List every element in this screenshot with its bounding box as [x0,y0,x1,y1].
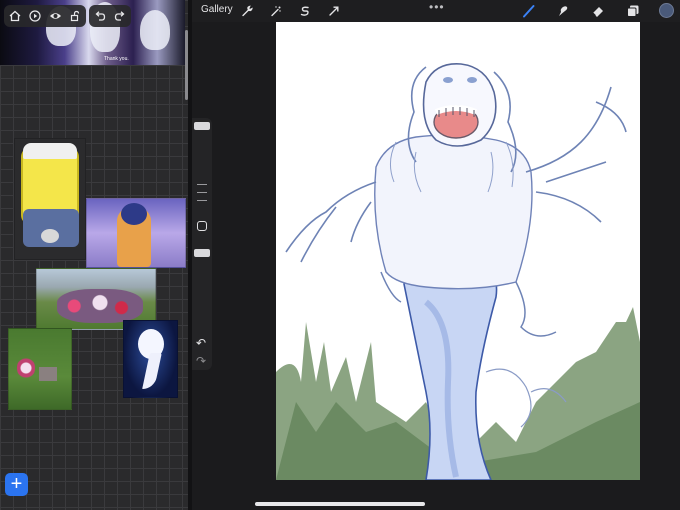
ghost-sketch-artwork [276,63,640,480]
spongebob-reference-image[interactable] [14,138,86,260]
undo-button[interactable]: ↶ [196,336,206,350]
slider-separator [197,184,207,185]
more-options-button[interactable]: ••• [429,0,445,14]
brush-icon[interactable] [521,3,537,19]
play-icon[interactable] [28,9,42,23]
add-reference-button[interactable]: + [5,473,28,496]
slider-separator [197,192,207,193]
character-hat [23,143,77,159]
layers-icon[interactable] [625,3,641,19]
top-toolbar: Gallery ••• [192,0,680,22]
eyedropper-square-button[interactable] [197,221,207,231]
character-chain [41,229,59,243]
drawing-canvas[interactable] [276,22,640,480]
reference-toolbar-right [89,5,131,27]
wrench-icon[interactable] [239,3,255,19]
smudge-icon[interactable] [555,3,571,19]
grave-reference-image[interactable] [8,328,72,410]
redo-button[interactable]: ↷ [196,354,206,368]
reference-toolbar [4,5,131,27]
video-caption: Thank you. [104,56,129,62]
redo-icon[interactable] [113,9,127,23]
procreate-app: Thank you. + Gallery ••• ↶ ↷ [0,0,680,510]
adjustments-wand-icon[interactable] [268,3,284,19]
reference-board[interactable]: Thank you. + [0,0,188,510]
opacity-slider-handle[interactable] [194,249,210,257]
slider-separator [197,200,207,201]
headstone [39,367,57,381]
flower-pile [57,289,143,323]
eraser-icon[interactable] [590,3,606,19]
lock-icon[interactable] [68,9,82,23]
ghost-figure [140,10,170,50]
home-icon[interactable] [8,9,22,23]
reference-toolbar-left [4,5,86,27]
casper-tail [142,353,162,389]
bouquet [17,355,35,381]
home-indicator[interactable] [255,502,425,506]
eye-icon[interactable] [48,9,62,23]
active-color-swatch[interactable] [659,3,674,18]
brush-sidebar: ↶ ↷ [192,118,212,370]
anime-head [121,203,147,225]
brush-size-slider-handle[interactable] [194,122,210,130]
casper-ghost-reference-image[interactable] [123,320,178,398]
transform-arrow-icon[interactable] [326,3,342,19]
undo-icon[interactable] [93,9,107,23]
selection-s-icon[interactable] [297,3,313,19]
anime-reference-image[interactable] [86,198,186,268]
gallery-button[interactable]: Gallery [201,4,233,15]
